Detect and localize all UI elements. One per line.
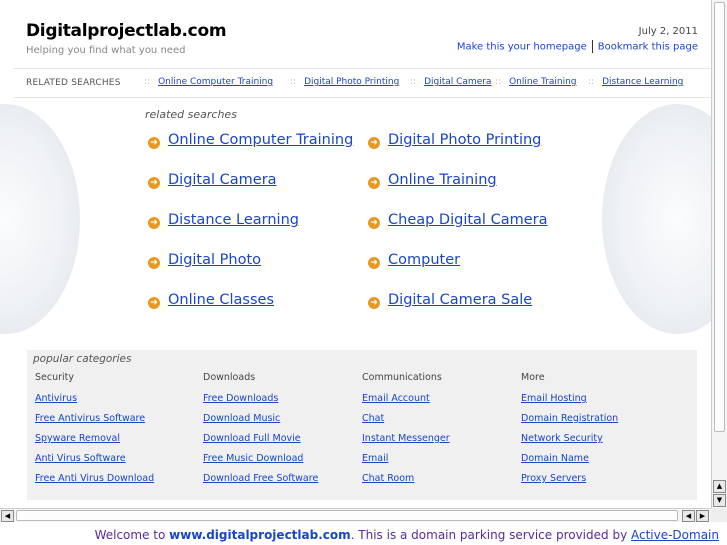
related-bar-item: :: Distance Learning: [588, 77, 683, 87]
related-search-link[interactable]: Digital Camera Sale: [388, 292, 532, 308]
related-search-link[interactable]: Online Classes: [168, 292, 274, 308]
related-bar-link[interactable]: Online Training: [509, 77, 576, 87]
category-link[interactable]: Download Full Movie: [203, 433, 318, 453]
category-link[interactable]: Domain Registration: [521, 413, 618, 433]
footer-notice: Welcome to www.digitalprojectlab.com. Th…: [0, 528, 719, 542]
circle-arrow-right-icon: ➜: [148, 177, 160, 189]
circle-arrow-right-icon: ➜: [368, 217, 380, 229]
popular-categories-panel: popular categories Security Antivirus Fr…: [27, 350, 697, 500]
related-search-link[interactable]: Digital Photo: [168, 252, 261, 268]
category-link[interactable]: Email Hosting: [521, 393, 618, 413]
related-bar-link[interactable]: Online Computer Training: [158, 77, 273, 87]
decorative-globe-left: [0, 104, 80, 334]
separator: ::: [410, 77, 417, 87]
scroll-up-arrow-icon[interactable]: ▲: [713, 480, 726, 493]
separator: ::: [588, 77, 595, 87]
related-search-link[interactable]: Digital Camera: [168, 172, 277, 188]
decorative-globe-right: [602, 104, 711, 334]
separator: ::: [290, 77, 297, 87]
category-link[interactable]: Network Security: [521, 433, 618, 453]
circle-arrow-right-icon: ➜: [148, 257, 160, 269]
related-bar-item: :: Online Computer Training: [144, 77, 273, 87]
related-bar-link[interactable]: Digital Photo Printing: [304, 77, 399, 87]
scroll-down-arrow-icon[interactable]: ▼: [713, 494, 726, 507]
category-link[interactable]: Domain Name: [521, 453, 618, 473]
scrollbar-corner: [711, 508, 727, 522]
category-link[interactable]: Proxy Servers: [521, 473, 618, 493]
category-link[interactable]: Instant Messenger: [362, 433, 450, 453]
vertical-scroll-thumb[interactable]: [714, 2, 725, 432]
related-bar-item: :: Online Training: [495, 77, 576, 87]
category-heading: More: [521, 372, 545, 383]
date-label: July 2, 2011: [638, 26, 698, 37]
footer-domain: www.digitalprojectlab.com: [169, 528, 351, 542]
provider-link[interactable]: Active-Domain: [631, 528, 719, 542]
related-search-link[interactable]: Distance Learning: [168, 212, 299, 228]
related-search-link[interactable]: Online Training: [388, 172, 497, 188]
separator: ::: [144, 77, 151, 87]
category-link[interactable]: Chat Room: [362, 473, 450, 493]
header-link-divider: [591, 40, 593, 53]
horizontal-scroll-thumb[interactable]: [16, 510, 678, 521]
category-link[interactable]: Free Antivirus Software: [35, 413, 154, 433]
category-link[interactable]: Download Music: [203, 413, 318, 433]
related-bar-item: :: Digital Camera: [410, 77, 491, 87]
site-tagline: Helping you find what you need: [26, 45, 186, 56]
footer-prefix: Welcome to: [94, 528, 170, 542]
category-link[interactable]: Anti Virus Software: [35, 453, 154, 473]
separator: ::: [495, 77, 502, 87]
related-search-link[interactable]: Digital Photo Printing: [388, 132, 541, 148]
category-link[interactable]: Free Music Download: [203, 453, 318, 473]
bookmark-link[interactable]: Bookmark this page: [598, 42, 698, 53]
footer-middle: . This is a domain parking service provi…: [350, 528, 631, 542]
related-bar-link[interactable]: Distance Learning: [602, 77, 683, 87]
circle-arrow-right-icon: ➜: [368, 257, 380, 269]
related-search-link[interactable]: Cheap Digital Camera: [388, 212, 547, 228]
related-bar-label: RELATED SEARCHES: [26, 78, 121, 88]
category-link[interactable]: Email Account: [362, 393, 450, 413]
header-links: Make this your homepage Bookmark this pag…: [457, 40, 698, 53]
related-searches-bar: RELATED SEARCHES :: Online Computer Train…: [14, 68, 711, 98]
circle-arrow-right-icon: ➜: [368, 177, 380, 189]
scroll-left-arrow-icon[interactable]: ◀: [1, 510, 14, 522]
scroll-right-arrow-icon[interactable]: ▶: [696, 510, 709, 522]
category-column-security: Security Antivirus Free Antivirus Softwa…: [35, 372, 154, 493]
horizontal-scrollbar[interactable]: ◀ ◀ ▶: [0, 508, 711, 522]
site-title: Digitalprojectlab.com: [26, 21, 227, 41]
circle-arrow-right-icon: ➜: [368, 297, 380, 309]
category-heading: Downloads: [203, 372, 256, 383]
category-column-communications: Communications Email Account Chat Instan…: [362, 372, 450, 493]
scroll-left-arrow-icon[interactable]: ◀: [682, 510, 695, 522]
circle-arrow-right-icon: ➜: [148, 137, 160, 149]
make-homepage-link[interactable]: Make this your homepage: [457, 42, 587, 53]
category-link[interactable]: Antivirus: [35, 393, 154, 413]
category-link[interactable]: Spyware Removal: [35, 433, 154, 453]
category-column-more: More Email Hosting Domain Registration N…: [521, 372, 618, 493]
circle-arrow-right-icon: ➜: [148, 297, 160, 309]
popular-categories-heading: popular categories: [33, 353, 132, 365]
category-link[interactable]: Download Free Software: [203, 473, 318, 493]
category-heading: Communications: [362, 372, 442, 383]
page-viewport: Digitalprojectlab.com Helping you find w…: [0, 0, 711, 508]
category-link[interactable]: Chat: [362, 413, 450, 433]
related-bar-link[interactable]: Digital Camera: [424, 77, 491, 87]
site-header: Digitalprojectlab.com Helping you find w…: [0, 0, 711, 68]
related-search-link[interactable]: Computer: [388, 252, 460, 268]
circle-arrow-right-icon: ➜: [148, 217, 160, 229]
category-heading: Security: [35, 372, 75, 383]
vertical-scrollbar[interactable]: ▲ ▼: [711, 0, 727, 508]
related-bar-item: :: Digital Photo Printing: [290, 77, 399, 87]
related-search-link[interactable]: Online Computer Training: [168, 132, 353, 148]
category-link[interactable]: Free Downloads: [203, 393, 318, 413]
category-link[interactable]: Email: [362, 453, 450, 473]
category-column-downloads: Downloads Free Downloads Download Music …: [203, 372, 318, 493]
category-link[interactable]: Free Anti Virus Download: [35, 473, 154, 493]
related-searches-heading: related searches: [145, 108, 237, 121]
circle-arrow-right-icon: ➜: [368, 137, 380, 149]
